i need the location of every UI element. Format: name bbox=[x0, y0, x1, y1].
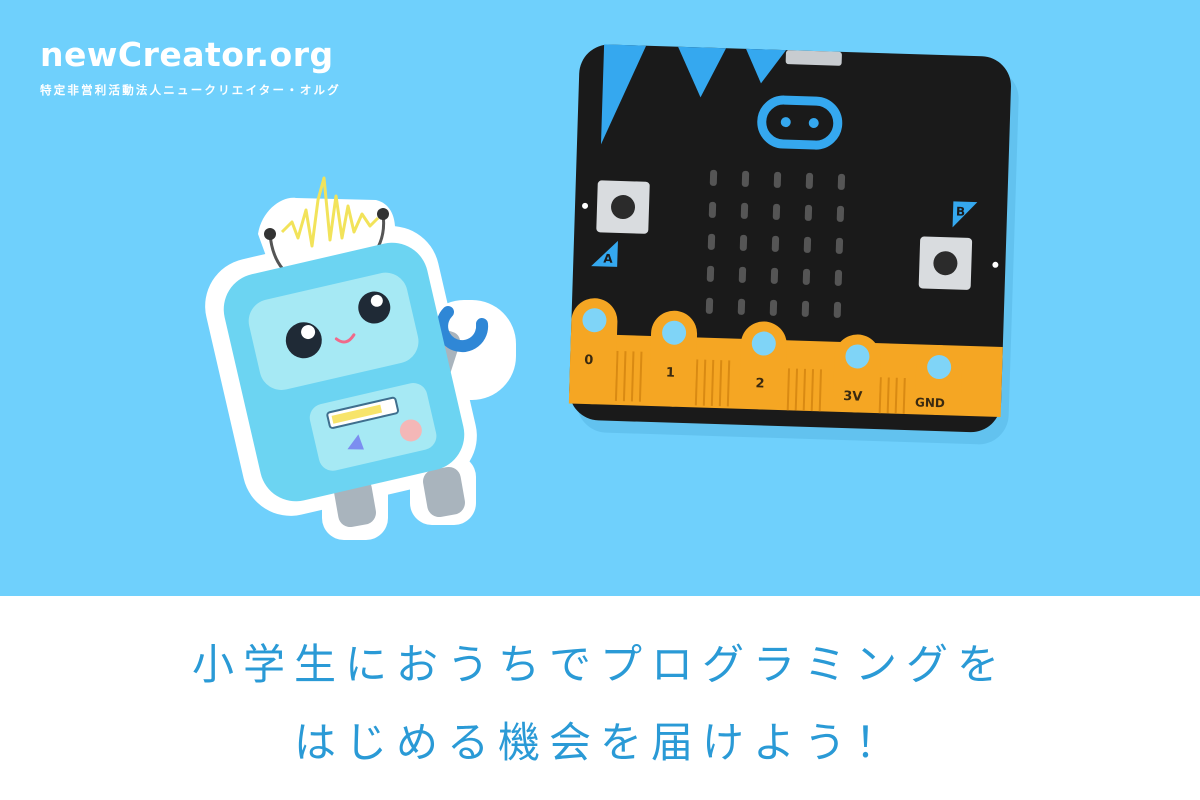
pin-label-0: 0 bbox=[584, 353, 594, 368]
button-a-label: A bbox=[603, 251, 613, 265]
pin-label-gnd: GND bbox=[915, 395, 945, 410]
hero-banner: newCreator.org 特定非営利活動法人ニュークリエイター・オルグ A … bbox=[0, 0, 1200, 596]
microbit-board: A B 0 1 2 3V GND bbox=[568, 44, 1019, 445]
robot-mascot-icon bbox=[205, 176, 516, 540]
pin-label-1: 1 bbox=[666, 365, 676, 380]
hero-illustration: A B 0 1 2 3V GND bbox=[205, 44, 1019, 540]
pin-label-2: 2 bbox=[755, 376, 765, 391]
tagline-line-1: 小学生におうちでプログラミングを bbox=[191, 640, 1008, 689]
tagline-line-2: はじめる機会を届けよう！ bbox=[293, 718, 906, 767]
pin-label-3v: 3V bbox=[843, 389, 863, 405]
tagline: 小学生におうちでプログラミングを はじめる機会を届けよう！ bbox=[0, 596, 1200, 800]
button-b-label: B bbox=[956, 205, 966, 219]
